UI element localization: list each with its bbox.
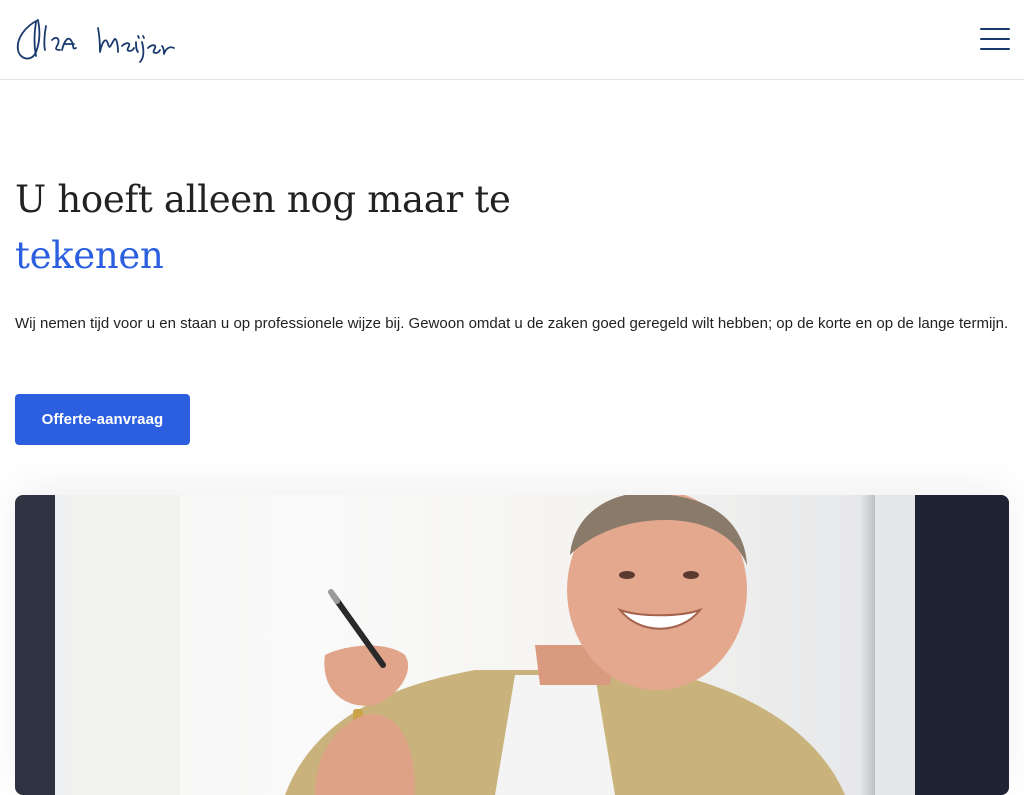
hero-description: Wij nemen tijd voor u en staan u op prof…	[15, 315, 1009, 332]
signature-logo-icon	[16, 19, 175, 63]
hero-photo	[15, 495, 1009, 795]
hamburger-icon	[980, 28, 1010, 30]
hamburger-icon	[980, 48, 1010, 50]
menu-button[interactable]	[980, 26, 1010, 52]
hero-title-accent: tekenen	[15, 234, 164, 277]
hero-title-main: U hoeft alleen nog maar te	[15, 178, 511, 221]
photo-placeholder	[15, 495, 1009, 795]
hero-title: U hoeft alleen nog maar te tekenen	[15, 172, 1005, 284]
signature-logo[interactable]	[14, 16, 178, 64]
site-header	[0, 0, 1024, 80]
hamburger-icon	[980, 38, 1010, 40]
quote-request-button[interactable]: Offerte-aanvraag	[15, 394, 190, 445]
